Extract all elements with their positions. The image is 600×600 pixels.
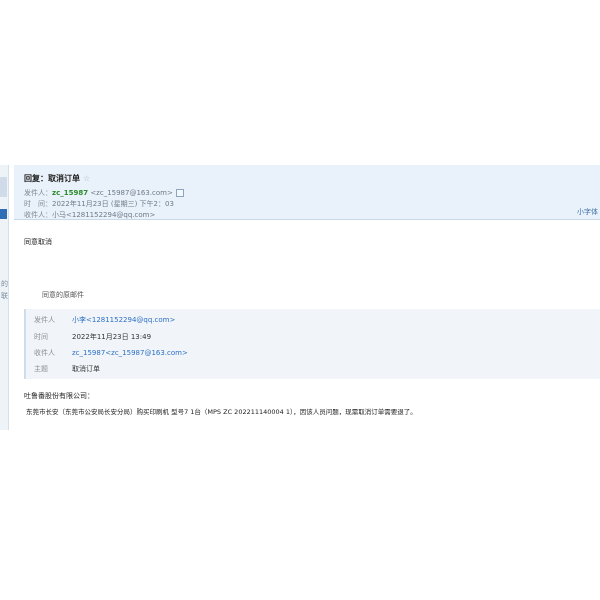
recipient[interactable]: 小马<1281152294@qq.com> (52, 211, 155, 219)
original-mail-label: 同意的原邮件 (42, 291, 84, 299)
add-contact-icon[interactable] (175, 189, 184, 197)
rail-tab-top[interactable] (0, 177, 7, 197)
sender-name[interactable]: zc_15987 (52, 189, 88, 197)
time-label: 时 间： (24, 200, 52, 208)
message-greeting: 吐鲁番股份有限公司： (24, 392, 94, 400)
orig-to-value[interactable]: zc_15987<zc_15987@163.com> (72, 349, 188, 357)
time-value: 2022年11月23日 (星期三) 下午2：03 (52, 200, 174, 208)
orig-time-row: 时间 2022年11月23日 13:49 (34, 332, 151, 342)
orig-subject-key: 主题 (34, 365, 48, 373)
orig-time-value: 2022年11月23日 13:49 (72, 333, 152, 341)
rail-mark: 的 (1, 280, 8, 288)
from-label: 发件人： (24, 189, 52, 197)
rail-tab-active[interactable] (0, 209, 7, 219)
orig-from-value[interactable]: 小李<1281152294@qq.com> (72, 316, 175, 324)
font-size-link[interactable]: 小字体 (577, 207, 598, 217)
from-row: 发件人：zc_15987 <zc_15987@163.com> (24, 188, 184, 198)
rail-mark: 联 (1, 292, 8, 300)
orig-to-key: 收件人 (34, 349, 55, 357)
star-icon[interactable]: ☆ (83, 174, 90, 183)
reply-text: 同意取消 (24, 238, 52, 246)
orig-subject-value: 取消订单 (72, 365, 100, 373)
original-mail-box: 发件人 小李<1281152294@qq.com> 时间 2022年11月23日 1… (24, 309, 600, 379)
orig-to-row: 收件人 zc_15987<zc_15987@163.com> (34, 348, 188, 358)
left-sidebar-rail: 的 联 (0, 165, 9, 430)
email-header: 回复：取消订单 ☆ 发件人：zc_15987 <zc_15987@163.com>… (14, 165, 600, 220)
orig-from-row: 发件人 小李<1281152294@qq.com> (34, 315, 175, 325)
time-row: 时 间：2022年11月23日 (星期三) 下午2：03 (24, 199, 174, 209)
orig-time-key: 时间 (34, 333, 48, 341)
sender-address: <zc_15987@163.com> (90, 189, 173, 197)
to-row: 收件人：小马<1281152294@qq.com> (24, 210, 155, 220)
orig-subject-row: 主题 取消订单 (34, 364, 100, 374)
email-subject: 回复：取消订单 ☆ (24, 173, 90, 184)
to-label: 收件人： (24, 211, 52, 219)
message-text: 东莞市长安（东莞市公安局长安分局）购买印刷机 型号7 1台（MPS ZC 202… (26, 408, 417, 416)
subject-text: 回复：取消订单 (24, 174, 80, 183)
orig-from-key: 发件人 (34, 316, 55, 324)
email-view: 回复：取消订单 ☆ 发件人：zc_15987 <zc_15987@163.com>… (14, 165, 600, 430)
